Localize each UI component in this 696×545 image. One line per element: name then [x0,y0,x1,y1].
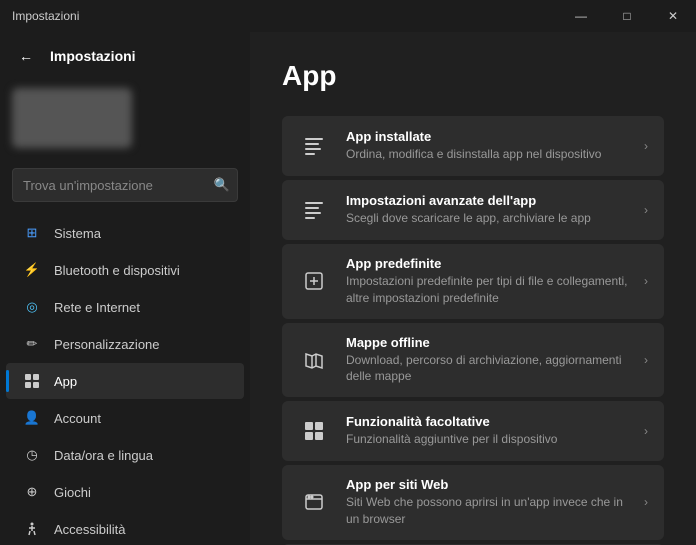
settings-list: App installate Ordina, modifica e disins… [282,116,664,545]
close-button[interactable]: ✕ [650,0,696,32]
title-bar-controls: — □ ✕ [558,0,696,32]
back-button[interactable]: ← [12,42,40,70]
title-bar-title: Impostazioni [12,9,79,23]
sidebar-label-account: Account [54,411,228,426]
settings-item-app-predefinite[interactable]: App predefinite Impostazioni predefinite… [282,244,664,319]
impostazioni-avanzate-icon [298,194,330,226]
minimize-button[interactable]: — [558,0,604,32]
sidebar-label-data-ora: Data/ora e lingua [54,448,228,463]
app-installate-title: App installate [346,129,628,144]
sidebar-label-accessibilita: Accessibilità [54,522,228,537]
app-predefinite-title: App predefinite [346,256,628,271]
app-body: ← Impostazioni 🔍 ⊞ Sistema ⚡ Bluetooth e… [0,32,696,545]
app-installate-content: App installate Ordina, modifica e disins… [346,129,628,163]
funzionalita-facoltative-title: Funzionalità facoltative [346,414,628,429]
impostazioni-avanzate-chevron: › [644,203,648,217]
impostazioni-avanzate-desc: Scegli dove scaricare le app, archiviare… [346,210,628,227]
settings-item-impostazioni-avanzate[interactable]: Impostazioni avanzate dell'app Scegli do… [282,180,664,240]
mappe-offline-title: Mappe offline [346,335,628,350]
funzionalita-facoltative-chevron: › [644,424,648,438]
app-icon [22,371,42,391]
main-content: App App installate Ordina, modifica e di… [250,32,696,545]
sidebar: ← Impostazioni 🔍 ⊞ Sistema ⚡ Bluetooth e… [0,32,250,545]
mappe-offline-content: Mappe offline Download, percorso di arch… [346,335,628,386]
giochi-icon: ⊕ [22,482,42,502]
sistema-icon: ⊞ [22,223,42,243]
data-ora-icon: ◷ [22,445,42,465]
accessibilita-icon [22,519,42,539]
app-installate-icon [298,130,330,162]
sidebar-item-account[interactable]: 👤 Account [6,400,244,436]
sidebar-app-title: Impostazioni [50,48,136,64]
account-icon: 👤 [22,408,42,428]
settings-item-app-installate[interactable]: App installate Ordina, modifica e disins… [282,116,664,176]
mappe-offline-chevron: › [644,353,648,367]
bluetooth-icon: ⚡ [22,260,42,280]
app-siti-web-content: App per siti Web Siti Web che possono ap… [346,477,628,528]
app-predefinite-chevron: › [644,274,648,288]
sidebar-label-giochi: Giochi [54,485,228,500]
app-predefinite-desc: Impostazioni predefinite per tipi di fil… [346,273,628,307]
user-avatar [12,88,132,148]
sidebar-label-rete: Rete e Internet [54,300,228,315]
sidebar-label-app: App [54,374,228,389]
app-installate-desc: Ordina, modifica e disinstalla app nel d… [346,146,628,163]
mappe-offline-icon [298,344,330,376]
sidebar-item-data-ora[interactable]: ◷ Data/ora e lingua [6,437,244,473]
app-siti-web-icon [298,486,330,518]
app-siti-web-chevron: › [644,495,648,509]
search-box: 🔍 [12,168,238,202]
sidebar-item-app[interactable]: App [6,363,244,399]
maximize-button[interactable]: □ [604,0,650,32]
impostazioni-avanzate-content: Impostazioni avanzate dell'app Scegli do… [346,193,628,227]
sidebar-item-accessibilita[interactable]: Accessibilità [6,511,244,545]
page-title: App [282,60,664,92]
sidebar-label-bluetooth: Bluetooth e dispositivi [54,263,228,278]
settings-item-funzionalita-facoltative[interactable]: Funzionalità facoltative Funzionalità ag… [282,401,664,461]
impostazioni-avanzate-title: Impostazioni avanzate dell'app [346,193,628,208]
sidebar-label-sistema: Sistema [54,226,228,241]
settings-item-app-siti-web[interactable]: App per siti Web Siti Web che possono ap… [282,465,664,540]
app-predefinite-icon [298,265,330,297]
title-bar: Impostazioni — □ ✕ [0,0,696,32]
mappe-offline-desc: Download, percorso di archiviazione, agg… [346,352,628,386]
personalizzazione-icon: ✏ [22,334,42,354]
sidebar-item-giochi[interactable]: ⊕ Giochi [6,474,244,510]
app-siti-web-title: App per siti Web [346,477,628,492]
sidebar-nav: ⊞ Sistema ⚡ Bluetooth e dispositivi ◎ Re… [0,214,250,545]
sidebar-label-personalizzazione: Personalizzazione [54,337,228,352]
search-input[interactable] [12,168,238,202]
sidebar-item-sistema[interactable]: ⊞ Sistema [6,215,244,251]
user-profile-section [0,80,250,164]
funzionalita-facoltative-desc: Funzionalità aggiuntive per il dispositi… [346,431,628,448]
app-siti-web-desc: Siti Web che possono aprirsi in un'app i… [346,494,628,528]
sidebar-item-bluetooth[interactable]: ⚡ Bluetooth e dispositivi [6,252,244,288]
title-bar-left: Impostazioni [12,9,79,23]
funzionalita-facoltative-icon [298,415,330,447]
sidebar-item-rete[interactable]: ◎ Rete e Internet [6,289,244,325]
rete-icon: ◎ [22,297,42,317]
sidebar-item-personalizzazione[interactable]: ✏ Personalizzazione [6,326,244,362]
search-icon: 🔍 [214,177,230,193]
app-installate-chevron: › [644,139,648,153]
settings-item-mappe-offline[interactable]: Mappe offline Download, percorso di arch… [282,323,664,398]
funzionalita-facoltative-content: Funzionalità facoltative Funzionalità ag… [346,414,628,448]
app-predefinite-content: App predefinite Impostazioni predefinite… [346,256,628,307]
sidebar-header: ← Impostazioni [0,32,250,80]
